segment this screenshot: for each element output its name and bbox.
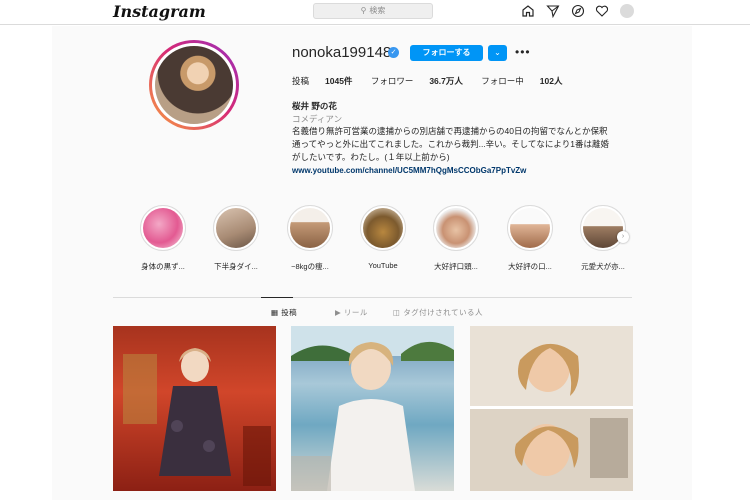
search-placeholder: 検索 bbox=[369, 6, 386, 15]
highlight-item[interactable]: 身体の黒ず... bbox=[138, 205, 188, 272]
profile-bio: 名義借り無許可営業の逮捕からの別店舗で再逮捕からの40日の拘留でなんとか保釈 通… bbox=[292, 125, 642, 164]
tab-posts[interactable]: ▦ 投稿 bbox=[260, 297, 297, 318]
highlight-item[interactable]: YouTube bbox=[358, 205, 408, 270]
search-input[interactable]: ⚲ 検索 bbox=[313, 3, 433, 19]
followers-stat[interactable]: フォロワー 36.7万人 bbox=[371, 76, 463, 86]
highlight-cover bbox=[363, 208, 403, 248]
chevron-down-icon[interactable]: ⌄ bbox=[488, 45, 507, 61]
highlight-label: 大好評の口... bbox=[508, 262, 552, 271]
tagged-icon: ◫ bbox=[393, 308, 401, 317]
highlight-label: YouTube bbox=[368, 261, 398, 270]
highlight-label: 身体の黒ず... bbox=[141, 262, 185, 271]
post-image bbox=[291, 326, 454, 491]
posts-stat: 投稿 1045件 bbox=[292, 76, 353, 86]
instagram-logo[interactable]: Instagram bbox=[113, 2, 206, 21]
profile-link[interactable]: www.youtube.com/channel/UC5MM7hQgMsCCObG… bbox=[292, 166, 526, 175]
explore-icon[interactable] bbox=[571, 4, 585, 18]
post-thumbnail[interactable] bbox=[113, 326, 276, 491]
highlight-item[interactable]: 下半身ダイ... bbox=[211, 205, 261, 272]
display-name: 桜井 野の花 bbox=[292, 101, 337, 111]
highlight-cover bbox=[290, 208, 330, 248]
story-highlights: 身体の黒ず... 下半身ダイ... −8kgの痩... YouTube 大好評口… bbox=[138, 205, 638, 275]
highlight-item[interactable]: 大好評口頭... bbox=[431, 205, 481, 272]
profile-username: nonoka199148 bbox=[292, 44, 392, 61]
bio-line: 名義借り無許可営業の逮捕からの別店舗で再逮捕からの40日の拘留でなんとか保釈 bbox=[292, 126, 608, 136]
profile-avatar[interactable] bbox=[620, 4, 634, 18]
profile-stats: 投稿 1045件 フォロワー 36.7万人 フォロー中 102人 bbox=[292, 75, 578, 87]
post-image bbox=[123, 348, 271, 486]
highlight-label: 下半身ダイ... bbox=[214, 262, 258, 271]
top-navigation-bar: Instagram ⚲ 検索 bbox=[0, 0, 750, 25]
home-icon[interactable] bbox=[521, 4, 535, 18]
profile-tabs: ▦ 投稿 ▶ リール ◫ タグ付けされている人 bbox=[113, 297, 632, 322]
highlight-cover bbox=[583, 208, 623, 248]
reels-icon: ▶ bbox=[335, 308, 342, 317]
highlight-label: 大好評口頭... bbox=[434, 262, 478, 271]
activity-heart-icon[interactable] bbox=[595, 4, 609, 18]
highlight-item[interactable]: 大好評の口... bbox=[505, 205, 555, 272]
highlight-label: 元愛犬が亦... bbox=[581, 262, 625, 271]
post-thumbnail[interactable] bbox=[291, 326, 454, 491]
post-image bbox=[470, 326, 633, 491]
highlight-cover bbox=[510, 208, 550, 248]
chevron-right-icon[interactable]: › bbox=[617, 231, 629, 243]
post-grid bbox=[113, 326, 633, 500]
more-icon[interactable]: ••• bbox=[515, 45, 531, 59]
post-thumbnail[interactable] bbox=[470, 326, 633, 491]
highlight-cover bbox=[436, 208, 476, 248]
direct-icon[interactable] bbox=[546, 4, 560, 18]
highlight-item[interactable]: −8kgの痩... bbox=[285, 205, 335, 272]
highlight-cover bbox=[216, 208, 256, 248]
following-stat[interactable]: フォロー中 102人 bbox=[481, 76, 562, 86]
highlight-cover bbox=[143, 208, 183, 248]
profile-photo bbox=[152, 43, 236, 127]
profile-avatar-ring[interactable] bbox=[149, 40, 239, 130]
verified-badge-icon: ✓ bbox=[388, 47, 399, 58]
follow-button[interactable]: フォローする bbox=[410, 45, 483, 61]
bio-line: 通ってやっと外に出てこれました。これから裁判...辛い。そしてなにより1番は離婚 bbox=[292, 139, 609, 149]
grid-icon: ▦ bbox=[271, 308, 279, 317]
tab-reels[interactable]: ▶ リール bbox=[335, 307, 368, 318]
search-icon: ⚲ bbox=[360, 6, 367, 15]
bio-line: がしたいです。わたし。(１年以上前から) bbox=[292, 152, 450, 162]
profile-category: コメディアン bbox=[292, 114, 343, 124]
highlight-label: −8kgの痩... bbox=[291, 262, 329, 271]
tab-tagged[interactable]: ◫ タグ付けされている人 bbox=[393, 307, 483, 318]
